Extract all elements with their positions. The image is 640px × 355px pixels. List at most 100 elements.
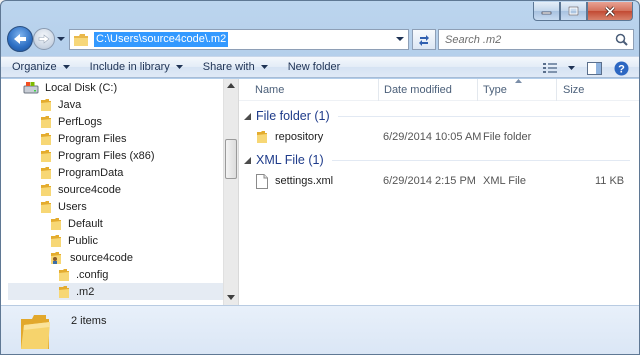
tree-item-perflogs[interactable]: PerfLogs bbox=[40, 113, 102, 130]
folder-icon bbox=[41, 183, 51, 196]
group-header-xml-file[interactable]: XML File (1) bbox=[239, 151, 639, 169]
tree-item-label: Default bbox=[68, 217, 103, 230]
include-in-library-button[interactable]: Include in library bbox=[79, 57, 192, 77]
maximize-button[interactable] bbox=[560, 2, 587, 21]
minimize-button[interactable] bbox=[533, 2, 560, 21]
address-dropdown-icon[interactable] bbox=[396, 36, 404, 42]
column-header-row: Name Date modified Type Size bbox=[239, 79, 639, 101]
navigation-pane[interactable]: Local Disk (C:) Java PerfLogs Program Fi… bbox=[8, 79, 223, 305]
nav-pane-scrollbar[interactable] bbox=[223, 79, 238, 305]
column-name[interactable]: Name bbox=[249, 79, 379, 101]
group-divider bbox=[331, 159, 630, 161]
address-row: C:\Users\source4code\.m2 Search .m2 bbox=[5, 25, 635, 53]
change-view-button[interactable] bbox=[537, 58, 563, 78]
caption-buttons bbox=[533, 2, 633, 21]
tree-item-default[interactable]: Default bbox=[50, 215, 103, 232]
refresh-button[interactable] bbox=[412, 29, 436, 50]
tree-item-local-disk[interactable]: Local Disk (C:) bbox=[23, 79, 117, 96]
tree-item-program-files[interactable]: Program Files bbox=[40, 130, 126, 147]
chevron-down-icon bbox=[175, 65, 183, 69]
new-folder-button[interactable]: New folder bbox=[277, 57, 350, 77]
tree-item-programdata[interactable]: ProgramData bbox=[40, 164, 123, 181]
file-type: XML File bbox=[483, 175, 526, 187]
group-label: File folder (1) bbox=[256, 109, 330, 123]
svg-text:?: ? bbox=[618, 63, 625, 75]
user-folder-icon bbox=[51, 251, 61, 264]
folder-icon bbox=[41, 98, 51, 111]
tree-item-users[interactable]: Users bbox=[40, 198, 87, 215]
folder-icon bbox=[51, 234, 61, 247]
preview-pane-button[interactable] bbox=[579, 58, 609, 78]
address-path[interactable]: C:\Users\source4code\.m2 bbox=[94, 32, 229, 47]
search-box[interactable]: Search .m2 bbox=[438, 29, 634, 50]
column-size[interactable]: Size bbox=[557, 79, 627, 101]
file-name: repository bbox=[275, 131, 324, 143]
folder-icon bbox=[41, 166, 51, 179]
tree-item-label: source4code bbox=[58, 183, 121, 196]
share-with-button[interactable]: Share with bbox=[192, 57, 277, 77]
tree-item-program-files-x86[interactable]: Program Files (x86) bbox=[40, 147, 155, 164]
group-label: XML File (1) bbox=[256, 153, 324, 167]
folder-icon bbox=[59, 268, 69, 281]
folder-icon bbox=[41, 115, 51, 128]
close-icon bbox=[604, 5, 616, 17]
group-header-file-folder[interactable]: File folder (1) bbox=[239, 107, 639, 125]
collapse-arrow-icon[interactable] bbox=[244, 156, 251, 164]
tree-item-java[interactable]: Java bbox=[40, 96, 81, 113]
folder-icon bbox=[41, 132, 51, 145]
share-with-label: Share with bbox=[202, 61, 255, 73]
tree-item-label: Local Disk (C:) bbox=[45, 81, 118, 94]
file-name: settings.xml bbox=[275, 175, 334, 187]
folder-icon bbox=[74, 33, 88, 46]
maximize-icon bbox=[568, 6, 579, 16]
tree-item-label: ProgramData bbox=[58, 166, 124, 179]
address-bar[interactable]: C:\Users\source4code\.m2 bbox=[69, 29, 409, 50]
scroll-down-icon[interactable] bbox=[227, 295, 235, 300]
xml-file-icon bbox=[256, 173, 268, 189]
chevron-down-icon bbox=[62, 65, 70, 69]
command-toolbar: Organize Include in library Share with N… bbox=[1, 56, 639, 78]
toolbar-right-group: ? bbox=[537, 58, 633, 78]
collapse-arrow-icon[interactable] bbox=[244, 112, 251, 120]
close-button[interactable] bbox=[587, 2, 633, 21]
folder-icon bbox=[257, 131, 267, 143]
group-divider bbox=[337, 115, 630, 117]
file-row-settings-xml[interactable]: settings.xml 6/29/2014 2:15 PM XML File … bbox=[239, 171, 639, 191]
nav-pane-margin bbox=[1, 79, 8, 305]
tree-item-m2[interactable]: .m2 bbox=[8, 283, 223, 300]
folder-icon bbox=[51, 217, 61, 230]
organize-button[interactable]: Organize bbox=[1, 57, 79, 77]
file-name-cell: settings.xml bbox=[256, 171, 333, 191]
forward-button[interactable] bbox=[33, 28, 55, 50]
tree-item-label: Program Files (x86) bbox=[58, 149, 155, 162]
scrollbar-thumb[interactable] bbox=[225, 139, 237, 179]
tree-item-source4code-user[interactable]: source4code bbox=[50, 249, 133, 266]
tree-item-public[interactable]: Public bbox=[50, 232, 98, 249]
details-pane: 2 items bbox=[1, 305, 639, 354]
help-icon: ? bbox=[614, 61, 628, 75]
scroll-up-icon[interactable] bbox=[227, 83, 235, 88]
tree-item-source4code[interactable]: source4code bbox=[40, 181, 121, 198]
file-size: 11 KB bbox=[595, 175, 625, 187]
tree-item-label: Java bbox=[58, 98, 82, 111]
file-row-repository[interactable]: repository 6/29/2014 10:05 AM File folde… bbox=[239, 127, 639, 147]
tree-item-label: Program Files bbox=[58, 132, 127, 145]
recent-pages-chevron-icon[interactable] bbox=[57, 35, 65, 43]
explorer-window: C:\Users\source4code\.m2 Search .m2 Orga… bbox=[0, 0, 640, 355]
search-icon[interactable] bbox=[615, 33, 628, 46]
new-folder-label: New folder bbox=[287, 61, 341, 73]
column-date-modified[interactable]: Date modified bbox=[378, 79, 478, 101]
include-in-library-label: Include in library bbox=[89, 61, 170, 73]
view-options-button[interactable] bbox=[563, 58, 579, 78]
file-type: File folder bbox=[483, 131, 532, 143]
tree-item-label: PerfLogs bbox=[58, 115, 103, 128]
help-button[interactable]: ? bbox=[609, 58, 633, 78]
file-date: 6/29/2014 10:05 AM bbox=[383, 131, 482, 143]
back-button[interactable] bbox=[7, 26, 33, 52]
tree-item-config[interactable]: .config bbox=[58, 266, 108, 283]
file-name-cell: repository bbox=[256, 127, 323, 147]
tree-item-label: Public bbox=[68, 234, 98, 247]
search-placeholder: Search .m2 bbox=[445, 33, 502, 46]
tree-item-label: .m2 bbox=[76, 285, 95, 298]
file-list-pane[interactable]: Name Date modified Type Size File folder… bbox=[238, 79, 639, 305]
